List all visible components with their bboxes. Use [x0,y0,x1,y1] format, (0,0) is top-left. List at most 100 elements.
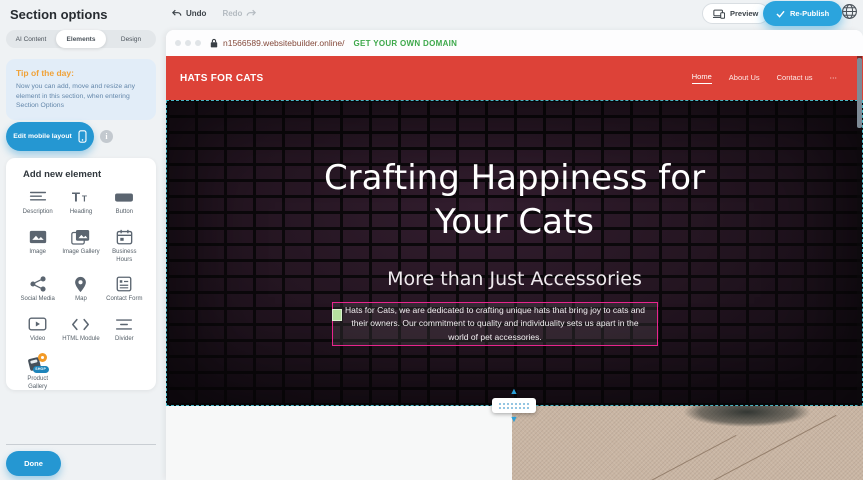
undo-icon [172,9,182,18]
tip-of-the-day-card: Tip of the day: Now you can add, move an… [6,59,156,120]
element-label: Image Gallery [62,249,99,257]
carpet-seam [704,415,837,480]
element-social-media[interactable]: Social Media [16,275,59,304]
image-gallery-icon [71,228,90,246]
element-label: Video [30,336,45,344]
page-title: Section options [10,7,108,22]
tab-ai-content[interactable]: AI Content [6,30,56,48]
site-logo[interactable]: HATS FOR CATS [180,73,264,84]
section-resize-handle[interactable]: ▲ ▼ [492,398,536,413]
address-url: n1566589.websitebuilder.online/ [223,38,344,48]
element-map[interactable]: Map [59,275,102,304]
app-window: Section options Undo Redo Preview [0,0,863,480]
republish-button[interactable]: Re-Publish [763,1,842,26]
element-label: Heading [70,209,92,217]
nav-about-us[interactable]: About Us [729,73,760,84]
tab-elements[interactable]: Elements [56,30,106,48]
svg-text:T: T [82,193,87,203]
window-dot [195,40,201,46]
nav-home[interactable]: Home [692,72,712,84]
redo-icon [246,9,256,18]
element-description[interactable]: Description [16,188,59,217]
heading-icon: TT [71,188,91,206]
element-label: Social Media [20,296,54,304]
element-heading[interactable]: TT Heading [59,188,102,217]
window-dot [185,40,191,46]
check-icon [776,10,785,18]
globe-icon [841,3,858,20]
price-tag-badge-icon [38,353,47,362]
edit-mobile-layout-button[interactable]: Edit mobile layout [6,122,94,151]
info-icon[interactable]: i [100,130,113,143]
contact-form-icon [116,275,132,293]
map-icon [74,275,87,293]
element-image[interactable]: Image [16,228,59,265]
language-globe-button[interactable] [841,3,858,20]
phone-icon [78,130,87,143]
get-your-own-domain-link[interactable]: GET YOUR OWN DOMAIN [353,39,457,48]
divider-icon [115,315,133,333]
element-divider[interactable]: Divider [103,315,146,344]
hero-section-selected[interactable]: Crafting Happiness for Your Cats More th… [166,100,863,406]
social-media-icon [30,275,46,293]
hero-paragraph-selected[interactable]: Hats for Cats, we are dedicated to craft… [332,302,658,346]
panel-tabs: AI Content Elements Design [6,30,156,48]
redo-label: Redo [222,9,242,18]
element-label: Button [116,209,133,217]
business-hours-icon [116,228,133,246]
svg-text:T: T [72,190,80,205]
element-label: Business Hours [104,249,144,265]
tip-title: Tip of the day: [16,68,146,78]
nav-contact-us[interactable]: Contact us [777,73,813,84]
element-video[interactable]: Video [16,315,59,344]
element-label: Description [23,209,53,217]
undo-button[interactable]: Undo [172,9,206,18]
site-canvas: HATS FOR CATS Home About Us Contact us ⋯… [166,56,863,480]
done-label: Done [24,459,43,468]
element-button[interactable]: Button [103,188,146,217]
element-contact-form[interactable]: Contact Form [103,275,146,304]
tip-body: Now you can add, move and resize any ele… [16,82,146,111]
undo-redo-group: Undo Redo [172,9,256,18]
nav-more-icon[interactable]: ⋯ [830,73,838,84]
redo-button[interactable]: Redo [222,9,256,18]
button-icon [114,188,134,206]
lock-icon [210,38,218,48]
hero-paragraph-text: Hats for Cats, we are dedicated to craft… [341,304,649,344]
element-drag-handle[interactable] [332,309,342,321]
edit-mobile-layout-label: Edit mobile layout [13,133,72,140]
preview-scrollbar[interactable] [857,56,862,406]
element-image-gallery[interactable]: Image Gallery [59,228,102,265]
element-label: HTML Module [62,336,99,344]
tab-ai-content-label: AI Content [16,36,47,43]
carpet-seam [604,435,737,480]
resize-arrow-down-icon: ▼ [510,415,519,424]
tab-design[interactable]: Design [106,30,156,48]
element-business-hours[interactable]: Business Hours [103,228,146,265]
devices-icon [713,9,725,19]
product-gallery-icon: SHOP [27,355,49,373]
element-grid: Description TT Heading Button Image [16,188,146,392]
image-icon [29,228,47,246]
element-html-module[interactable]: HTML Module [59,315,102,344]
hero-heading[interactable]: Crafting Happiness for Your Cats [285,100,745,244]
hero-subheading[interactable]: More than Just Accessories [166,268,863,290]
tab-elements-label: Elements [67,36,96,43]
window-controls [175,40,201,46]
scrollbar-thumb[interactable] [857,58,862,128]
browser-chrome: n1566589.websitebuilder.online/ GET YOUR… [166,30,863,56]
undo-label: Undo [186,9,206,18]
preview-button[interactable]: Preview [702,3,769,24]
element-product-gallery[interactable]: SHOP Product Gallery [16,355,59,392]
window-dot [175,40,181,46]
carpet-image [512,406,863,480]
description-icon [29,188,47,206]
element-label: Image [29,249,46,257]
tab-design-label: Design [121,36,141,43]
video-icon [28,315,47,333]
shop-badge: SHOP [33,366,49,373]
preview-label: Preview [730,9,758,18]
done-button[interactable]: Done [6,451,61,476]
site-preview-window: n1566589.websitebuilder.online/ GET YOUR… [166,30,863,480]
resize-arrow-up-icon: ▲ [510,387,519,396]
